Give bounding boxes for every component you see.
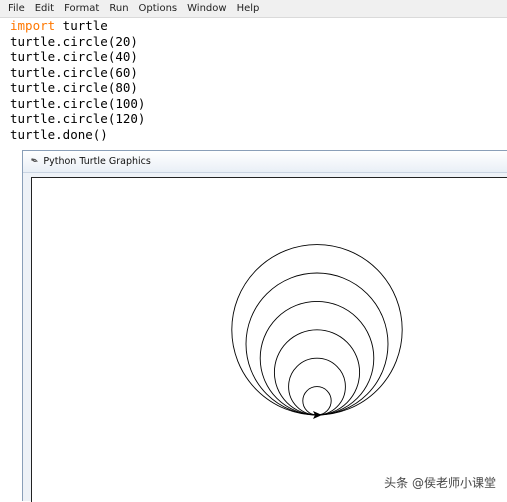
window-frame <box>23 173 507 502</box>
code-text[interactable]: import turtle turtle.circle(20) turtle.c… <box>10 18 145 142</box>
code-editor[interactable]: import turtle turtle.circle(20) turtle.c… <box>0 18 507 148</box>
menu-help[interactable]: Help <box>232 3 265 14</box>
menu-file[interactable]: File <box>0 3 30 14</box>
turtle-circle <box>245 272 389 416</box>
menu-bar: File Edit Format Run Options Window Help <box>0 0 507 18</box>
turtle-circle <box>273 329 361 416</box>
code-line: turtle.circle(20) <box>10 33 138 49</box>
drawing-surface <box>231 244 403 419</box>
code-line: turtle.done() <box>10 126 108 142</box>
code-line: turtle.circle(40) <box>10 49 138 64</box>
menu-window[interactable]: Window <box>182 3 231 14</box>
code-line-import: import turtle <box>10 18 145 34</box>
menu-format[interactable]: Format <box>59 3 104 14</box>
window-titlebar[interactable]: ✒ Python Turtle Graphics <box>23 151 507 173</box>
feather-icon: ✒ <box>28 154 41 169</box>
menu-edit[interactable]: Edit <box>30 3 59 14</box>
watermark-text: 头条 @侯老师小课堂 <box>384 476 496 490</box>
turtle-circle <box>302 386 332 416</box>
code-line: turtle.circle(120) <box>10 111 146 126</box>
turtle-canvas[interactable] <box>31 177 507 502</box>
menu-run[interactable]: Run <box>104 3 133 14</box>
window-title: Python Turtle Graphics <box>43 156 151 167</box>
code-line: turtle.circle(60) <box>10 64 138 80</box>
code-line: turtle.circle(100) <box>10 95 146 111</box>
import-module: turtle <box>55 18 108 33</box>
menu-options[interactable]: Options <box>134 3 183 14</box>
turtle-graphics-window[interactable]: ✒ Python Turtle Graphics 头条 @侯老师小课堂 <box>22 150 507 502</box>
import-keyword: import <box>10 18 56 33</box>
code-line: turtle.circle(80) <box>10 80 138 95</box>
